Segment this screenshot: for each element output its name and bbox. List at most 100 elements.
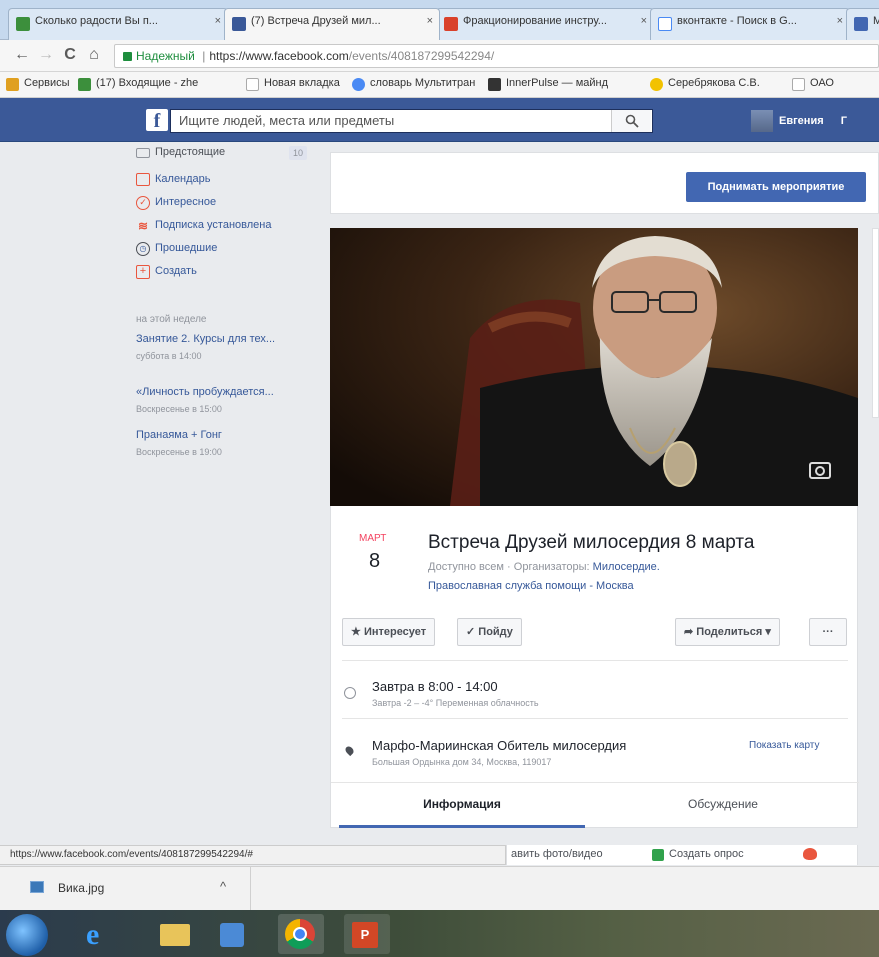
sidebar-item-create[interactable]: + Создать bbox=[136, 265, 197, 279]
sidebar-item-past[interactable]: ◷ Прошедшие bbox=[136, 242, 217, 256]
user-more: Г bbox=[840, 115, 847, 127]
browser-tab-3[interactable]: вконтакте - Поиск в G... × bbox=[650, 8, 850, 40]
sidebar-event-title[interactable]: Пранаяма + Гонг bbox=[136, 429, 222, 441]
search-button[interactable] bbox=[611, 110, 651, 132]
check-icon: ✓ bbox=[466, 626, 476, 638]
globe-icon bbox=[352, 78, 365, 91]
organizer-link[interactable]: Милосердие. bbox=[593, 561, 660, 573]
home-icon[interactable]: ⌂ bbox=[84, 46, 104, 64]
bookmark-multitran[interactable]: словарь Мультитран bbox=[352, 77, 475, 91]
feeling-icon[interactable] bbox=[803, 848, 817, 860]
event-cover-photo[interactable] bbox=[330, 228, 858, 506]
bookmark-new-tab[interactable]: Новая вкладка bbox=[246, 77, 340, 91]
sidebar-event-title[interactable]: Занятие 2. Курсы для тех... bbox=[136, 333, 275, 345]
image-file-icon bbox=[30, 881, 44, 893]
cover-photo-image bbox=[330, 228, 858, 506]
explorer-icon[interactable] bbox=[152, 914, 198, 954]
composer-strip: авить фото/видео Создать опрос bbox=[506, 845, 858, 865]
powerpoint-icon[interactable]: P bbox=[344, 914, 390, 954]
event-day: 8 bbox=[369, 550, 381, 572]
tab-information[interactable]: Информация bbox=[339, 784, 585, 828]
browser-tab-2[interactable]: Фракционирование инстру... × bbox=[436, 8, 654, 40]
subscription-icon: ≋ bbox=[137, 219, 149, 233]
google-favicon-icon bbox=[658, 17, 672, 31]
tab-close-icon[interactable]: × bbox=[215, 15, 221, 27]
event-meta: Доступно всем · Организаторы: Милосердие… bbox=[428, 561, 660, 573]
poll-icon bbox=[652, 849, 664, 861]
event-month: МАРТ bbox=[359, 533, 387, 544]
location-pin-icon bbox=[343, 744, 356, 757]
windows-taskbar: e P bbox=[0, 910, 879, 957]
chrome-icon[interactable] bbox=[278, 914, 324, 954]
tab-discussion[interactable]: Обсуждение bbox=[595, 784, 851, 828]
apps-grid-icon bbox=[6, 78, 19, 91]
browser-tab-4[interactable]: M bbox=[846, 8, 879, 40]
tab-title: M bbox=[873, 15, 879, 27]
bookmark-apps[interactable]: Сервисы bbox=[6, 77, 70, 91]
share-button[interactable]: ➦ Поделиться ▾ bbox=[675, 618, 780, 646]
chevron-up-icon[interactable]: ^ bbox=[220, 879, 226, 894]
secure-label: Надежный bbox=[136, 49, 195, 63]
facebook-favicon-icon bbox=[232, 17, 246, 31]
start-button[interactable] bbox=[6, 914, 48, 956]
divider bbox=[342, 718, 848, 719]
going-button[interactable]: ✓ Пойду bbox=[457, 618, 522, 646]
divider bbox=[331, 782, 859, 783]
tab-favicon-icon bbox=[16, 17, 30, 31]
facebook-logo-icon[interactable]: f bbox=[146, 109, 168, 132]
bookmark-inbox[interactable]: (17) Входящие - zhe bbox=[78, 77, 198, 91]
search-icon bbox=[625, 114, 639, 128]
mail-icon bbox=[78, 78, 91, 91]
reload-icon[interactable]: C bbox=[60, 46, 80, 64]
forward-arrow-icon[interactable]: → bbox=[36, 46, 56, 64]
media-icon[interactable] bbox=[212, 914, 258, 954]
create-icon: + bbox=[136, 265, 150, 279]
event-time: Завтра в 8:00 - 14:00 bbox=[372, 679, 498, 694]
bookmark-serebryakova[interactable]: Серебрякова С.В. bbox=[650, 77, 760, 91]
lock-icon bbox=[123, 52, 132, 61]
tab-close-icon[interactable]: × bbox=[837, 15, 843, 27]
status-url-bar: https://www.facebook.com/events/40818729… bbox=[0, 845, 506, 865]
downloads-bar: Вика.jpg ^ bbox=[0, 866, 879, 910]
event-title: Встреча Друзей милосердия 8 марта bbox=[428, 532, 755, 553]
calendar-icon bbox=[136, 173, 150, 186]
interested-button[interactable]: ★ Интересует bbox=[342, 618, 436, 646]
event-admin-bar: Поднимать мероприятие bbox=[330, 152, 879, 214]
download-item[interactable]: Вика.jpg ^ bbox=[0, 867, 251, 910]
bookmark-oao[interactable]: ОАО bbox=[792, 77, 834, 91]
profile-link[interactable]: Евгения Г bbox=[751, 110, 847, 132]
bookmarks-bar: Сервисы (17) Входящие - zhe Новая вкладк… bbox=[0, 72, 879, 98]
right-column-card bbox=[872, 228, 879, 418]
sidebar-event-when: Воскресенье в 15:00 bbox=[136, 404, 222, 414]
sidebar-item-calendar[interactable]: Календарь bbox=[136, 173, 211, 186]
event-address: Большая Ордынка дом 34, Москва, 119017 bbox=[372, 757, 552, 767]
sidebar-item-upcoming[interactable]: Предстоящие bbox=[136, 146, 225, 158]
upcoming-count-badge: 10 bbox=[289, 146, 307, 160]
browser-tab-0[interactable]: Сколько радости Вы п... × bbox=[8, 8, 228, 40]
chevron-down-icon: ▾ bbox=[765, 626, 771, 638]
add-photo-video-button[interactable]: авить фото/видео bbox=[511, 848, 603, 860]
browser-tab-active[interactable]: (7) Встреча Друзей мил... × bbox=[224, 8, 440, 40]
address-bar[interactable]: Надежный | https://www.facebook.com/event… bbox=[114, 44, 879, 68]
create-poll-button[interactable]: Создать опрос bbox=[669, 848, 744, 860]
event-place[interactable]: Марфо-Мариинская Обитель милосердия bbox=[372, 738, 626, 753]
back-arrow-icon[interactable]: ← bbox=[12, 46, 32, 64]
tab-close-icon[interactable]: × bbox=[641, 15, 647, 27]
more-options-button[interactable]: ··· bbox=[809, 618, 847, 646]
search-input[interactable]: Ищите людей, места или предметы bbox=[170, 109, 653, 133]
show-map-link[interactable]: Показать карту bbox=[749, 740, 819, 751]
sidebar-event-when: суббота в 14:00 bbox=[136, 351, 202, 361]
url-prefix: https://www.facebook.com bbox=[209, 49, 349, 63]
organizer-link-continued[interactable]: Православная служба помощи - Москва bbox=[428, 580, 634, 592]
sidebar-item-discover[interactable]: ✓ Интересное bbox=[136, 196, 216, 210]
bookmark-innerpulse[interactable]: InnerPulse — майнд bbox=[488, 77, 608, 91]
browser-tab-strip: Сколько радости Вы п... × (7) Встреча Др… bbox=[0, 0, 879, 40]
tab-close-icon[interactable]: × bbox=[427, 15, 433, 27]
browser-toolbar: ← → C ⌂ Надежный | https://www.facebook.c… bbox=[0, 40, 879, 72]
sidebar-event-title[interactable]: «Личность пробуждается... bbox=[136, 386, 274, 398]
promote-event-button[interactable]: Поднимать мероприятие bbox=[686, 172, 866, 202]
event-privacy: Доступно всем bbox=[428, 561, 504, 573]
sidebar-item-subscriptions[interactable]: ≋ Подписка установлена bbox=[136, 219, 271, 233]
camera-icon[interactable] bbox=[808, 460, 832, 480]
ie-icon[interactable]: e bbox=[78, 914, 124, 954]
